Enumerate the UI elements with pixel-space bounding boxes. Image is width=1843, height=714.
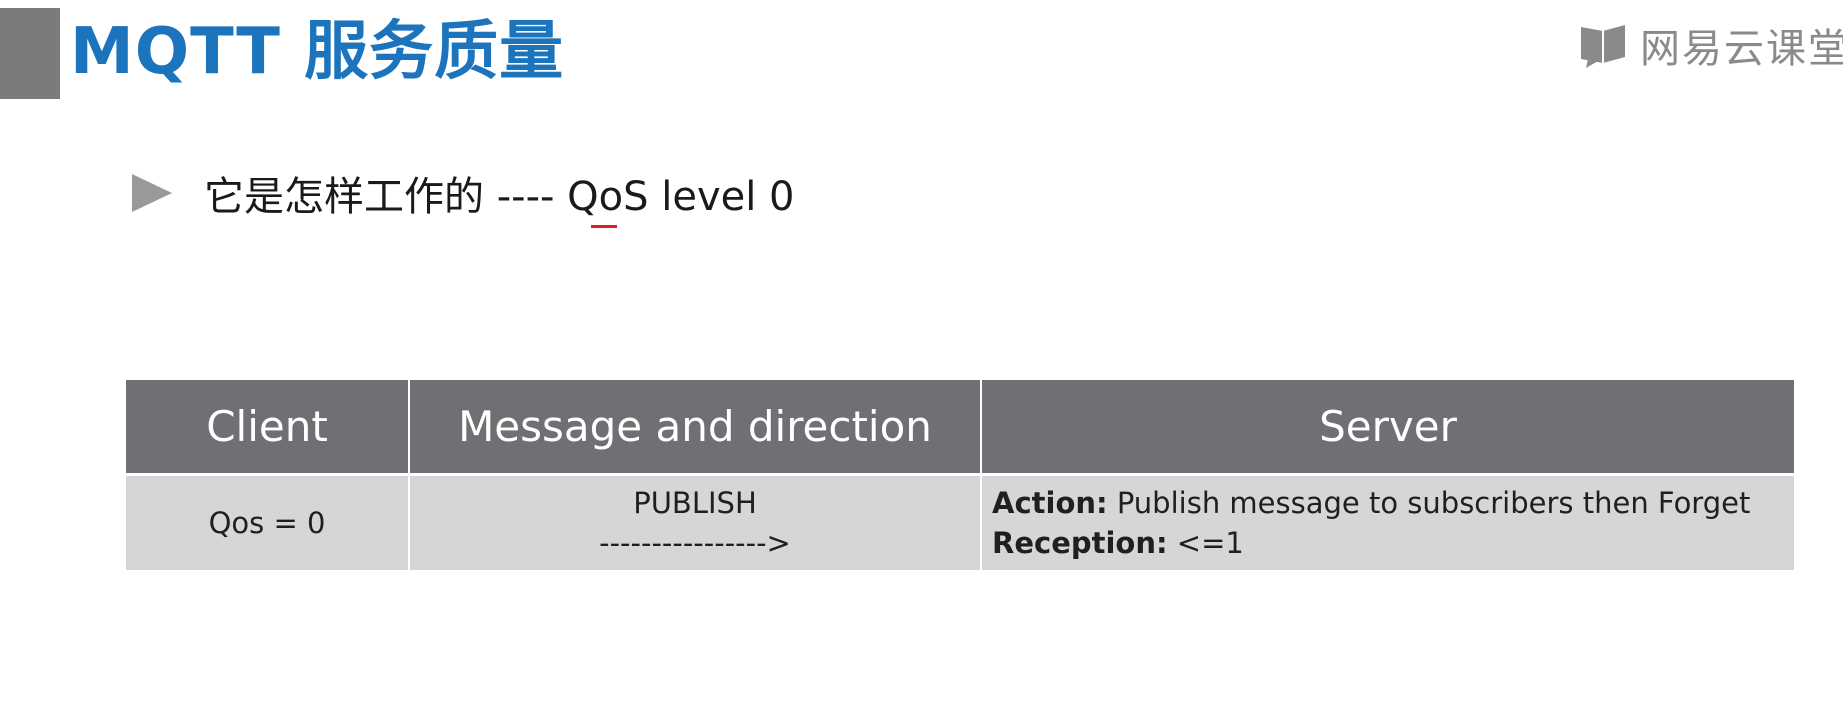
reception-line: Reception: <=1 xyxy=(992,523,1794,563)
header-client: Client xyxy=(126,380,410,476)
action-value: Publish message to subscribers then Forg… xyxy=(1107,486,1751,520)
header-message-direction: Message and direction xyxy=(409,380,982,476)
table-header-row: Client Message and direction Server xyxy=(126,380,1794,476)
reception-value: <=1 xyxy=(1167,526,1244,560)
header-server: Server xyxy=(981,380,1794,476)
title-accent-bar xyxy=(0,8,60,99)
play-triangle-icon xyxy=(132,174,172,212)
section-heading: 它是怎样工作的 ---- QoS level 0 xyxy=(204,174,795,220)
qos-table: Client Message and direction Server Qos … xyxy=(126,380,1794,570)
annotation-underline xyxy=(591,225,617,228)
direction-arrow: ----------------> xyxy=(599,526,791,560)
client-qos-value: Qos = 0 xyxy=(208,506,326,540)
server-cell: Action: Publish message to subscribers t… xyxy=(981,474,1794,570)
page-title: MQTT 服务质量 xyxy=(70,15,565,89)
logo-book-icon xyxy=(1581,25,1625,68)
message-cell: PUBLISH ----------------> xyxy=(409,474,982,570)
heading-row: 它是怎样工作的 ---- QoS level 0 xyxy=(130,160,795,226)
client-cell: Qos = 0 xyxy=(126,474,410,570)
logo: 网易云课堂 xyxy=(1578,10,1843,80)
logo-text: 网易云课堂 xyxy=(1640,26,1843,72)
reception-label: Reception: xyxy=(992,526,1168,560)
action-label: Action: xyxy=(992,486,1108,520)
action-line: Action: Publish message to subscribers t… xyxy=(992,483,1794,523)
table-row: Qos = 0 PUBLISH ----------------> Action… xyxy=(126,474,1794,570)
message-name: PUBLISH xyxy=(633,486,757,520)
